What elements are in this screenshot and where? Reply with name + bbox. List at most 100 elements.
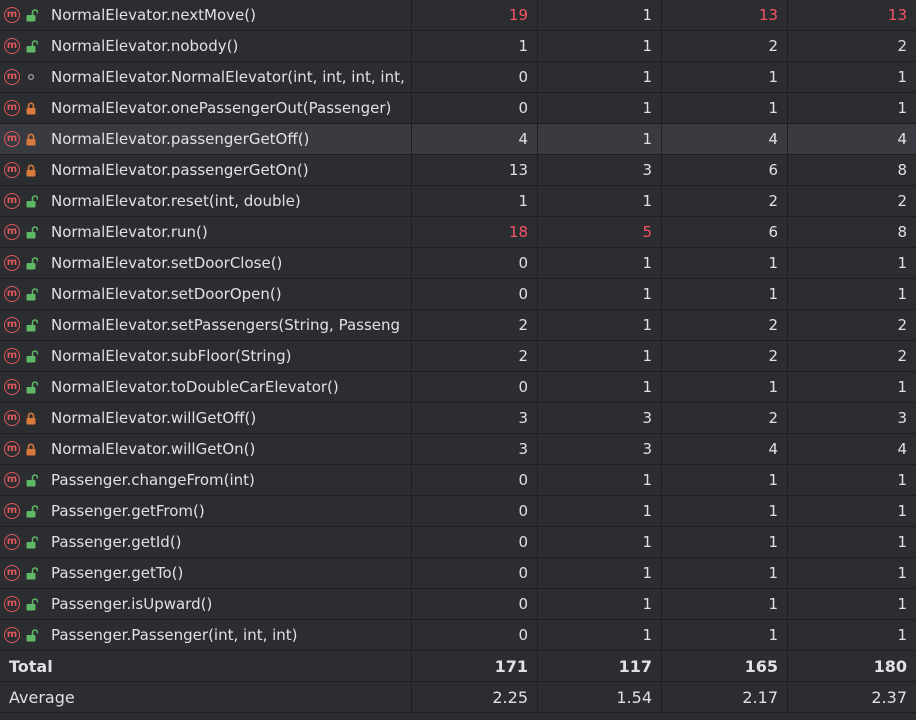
table-row[interactable]: m NormalElevator.toDoubleCarElevator() 0 1 1… <box>0 372 916 403</box>
metric-value-2: 1 <box>538 186 662 216</box>
table-row[interactable]: m NormalElevator.passengerGetOff() 4 1 4 4 <box>0 124 916 155</box>
table-row[interactable]: m Passenger.getId() 0 1 1 1 <box>0 527 916 558</box>
method-icon: m <box>4 193 20 209</box>
method-name: NormalElevator.nextMove() <box>51 6 256 24</box>
average-value-4: 2.37 <box>871 687 907 707</box>
table-row[interactable]: m Passenger.isUpward() 0 1 1 1 <box>0 589 916 620</box>
method-name: NormalElevator.setPassengers(String, Pas… <box>51 316 401 334</box>
metric-value-1: 0 <box>412 465 538 495</box>
metric-value-3: 4 <box>662 124 788 154</box>
table-row[interactable]: m NormalElevator.run() 18 5 6 8 <box>0 217 916 248</box>
method-icon: m <box>4 317 20 333</box>
table-row[interactable]: m NormalElevator.reset(int, double) 1 1 2 2 <box>0 186 916 217</box>
method-icon: m <box>4 472 20 488</box>
method-name-cell: m NormalElevator.NormalElevator(int, int,… <box>0 62 412 92</box>
method-name-cell: m NormalElevator.passengerGetOn() <box>0 155 412 185</box>
table-row[interactable]: m NormalElevator.passengerGetOn() 13 3 6 8 <box>0 155 916 186</box>
table-row[interactable]: m NormalElevator.subFloor(String) 2 1 2 2 <box>0 341 916 372</box>
method-name: Passenger.getId() <box>51 533 182 551</box>
metric-value-4: 2 <box>897 192 907 210</box>
table-row[interactable]: m NormalElevator.willGetOn() 3 3 4 4 <box>0 434 916 465</box>
method-name: Passenger.changeFrom(int) <box>51 471 255 489</box>
unlocked-icon <box>24 7 38 23</box>
table-row[interactable]: m NormalElevator.setDoorOpen() 0 1 1 1 <box>0 279 916 310</box>
table-row[interactable]: m NormalElevator.nobody() 1 1 2 2 <box>0 31 916 62</box>
metric-value-2: 3 <box>538 434 662 464</box>
metric-value-2: 1 <box>538 527 662 557</box>
method-name-cell: m NormalElevator.nobody() <box>0 31 412 61</box>
method-icon: m <box>4 38 20 54</box>
method-name-cell: m Passenger.isUpward() <box>0 589 412 619</box>
method-name-cell: m NormalElevator.reset(int, double) <box>0 186 412 216</box>
metric-value-3: 2 <box>662 186 788 216</box>
method-name: NormalElevator.nobody() <box>51 37 239 55</box>
method-name: NormalElevator.onePassengerOut(Passenger… <box>51 99 392 117</box>
metric-value-2: 1 <box>538 93 662 123</box>
metric-value-1: 0 <box>412 620 538 650</box>
metric-value-4: 1 <box>897 471 907 489</box>
method-icon: m <box>4 534 20 550</box>
method-name-cell: m Passenger.getId() <box>0 527 412 557</box>
metric-value-2: 1 <box>538 465 662 495</box>
metric-value-1: 18 <box>412 217 538 247</box>
method-icon: m <box>4 69 20 85</box>
table-row[interactable]: m NormalElevator.setDoorClose() 0 1 1 1 <box>0 248 916 279</box>
method-name-cell: m NormalElevator.subFloor(String) <box>0 341 412 371</box>
table-row[interactable]: m NormalElevator.setPassengers(String, Pa… <box>0 310 916 341</box>
metric-value-2: 5 <box>538 217 662 247</box>
metric-value-3: 1 <box>662 62 788 92</box>
metric-value-3: 4 <box>662 434 788 464</box>
locked-icon <box>24 100 38 116</box>
unlocked-icon <box>24 348 38 364</box>
table-row[interactable]: m Passenger.changeFrom(int) 0 1 1 1 <box>0 465 916 496</box>
metric-value-4: 1 <box>897 254 907 272</box>
unlocked-icon <box>24 193 38 209</box>
metric-value-2: 1 <box>538 62 662 92</box>
unlocked-icon <box>24 255 38 271</box>
table-row[interactable]: m NormalElevator.onePassengerOut(Passenge… <box>0 93 916 124</box>
locked-icon <box>24 131 38 147</box>
table-row[interactable]: m Passenger.getTo() 0 1 1 1 <box>0 558 916 589</box>
metric-value-4: 1 <box>897 285 907 303</box>
method-name: Passenger.isUpward() <box>51 595 213 613</box>
metric-value-1: 4 <box>412 124 538 154</box>
metric-value-1: 0 <box>412 62 538 92</box>
method-name-cell: m Passenger.changeFrom(int) <box>0 465 412 495</box>
unlocked-icon <box>24 627 38 643</box>
metric-value-4: 1 <box>897 99 907 117</box>
total-value-4: 180 <box>873 656 907 676</box>
method-name-cell: m NormalElevator.willGetOn() <box>0 434 412 464</box>
metric-value-3: 1 <box>662 620 788 650</box>
metric-value-3: 1 <box>662 248 788 278</box>
method-name-cell: m NormalElevator.toDoubleCarElevator() <box>0 372 412 402</box>
metrics-rows: m NormalElevator.nextMove() 19 1 13 13 m Normal… <box>0 0 916 651</box>
method-name: NormalElevator.reset(int, double) <box>51 192 301 210</box>
metric-value-1: 0 <box>412 496 538 526</box>
metric-value-1: 0 <box>412 279 538 309</box>
metric-value-4: 4 <box>897 130 907 148</box>
metric-value-4: 2 <box>897 37 907 55</box>
unlocked-icon <box>24 379 38 395</box>
table-row[interactable]: m NormalElevator.NormalElevator(int, int,… <box>0 62 916 93</box>
table-row[interactable]: m Passenger.getFrom() 0 1 1 1 <box>0 496 916 527</box>
metrics-table: m NormalElevator.nextMove() 19 1 13 13 m Normal… <box>0 0 916 713</box>
metric-value-4: 13 <box>887 6 907 24</box>
metric-value-2: 1 <box>538 558 662 588</box>
table-row[interactable]: m NormalElevator.willGetOff() 3 3 2 3 <box>0 403 916 434</box>
metric-value-3: 1 <box>662 496 788 526</box>
metric-value-1: 1 <box>412 31 538 61</box>
metric-value-4: 8 <box>897 161 907 179</box>
metric-value-1: 0 <box>412 93 538 123</box>
unlocked-icon <box>24 38 38 54</box>
metric-value-2: 1 <box>538 248 662 278</box>
table-row[interactable]: m NormalElevator.nextMove() 19 1 13 13 <box>0 0 916 31</box>
metric-value-2: 3 <box>538 403 662 433</box>
method-name: Passenger.getTo() <box>51 564 184 582</box>
method-icon: m <box>4 410 20 426</box>
average-value-2: 1.54 <box>538 682 662 712</box>
method-name: NormalElevator.willGetOn() <box>51 440 256 458</box>
method-icon: m <box>4 286 20 302</box>
table-row[interactable]: m Passenger.Passenger(int, int, int) 0 1 1 1 <box>0 620 916 651</box>
locked-icon <box>24 441 38 457</box>
method-name-cell: m NormalElevator.setDoorOpen() <box>0 279 412 309</box>
